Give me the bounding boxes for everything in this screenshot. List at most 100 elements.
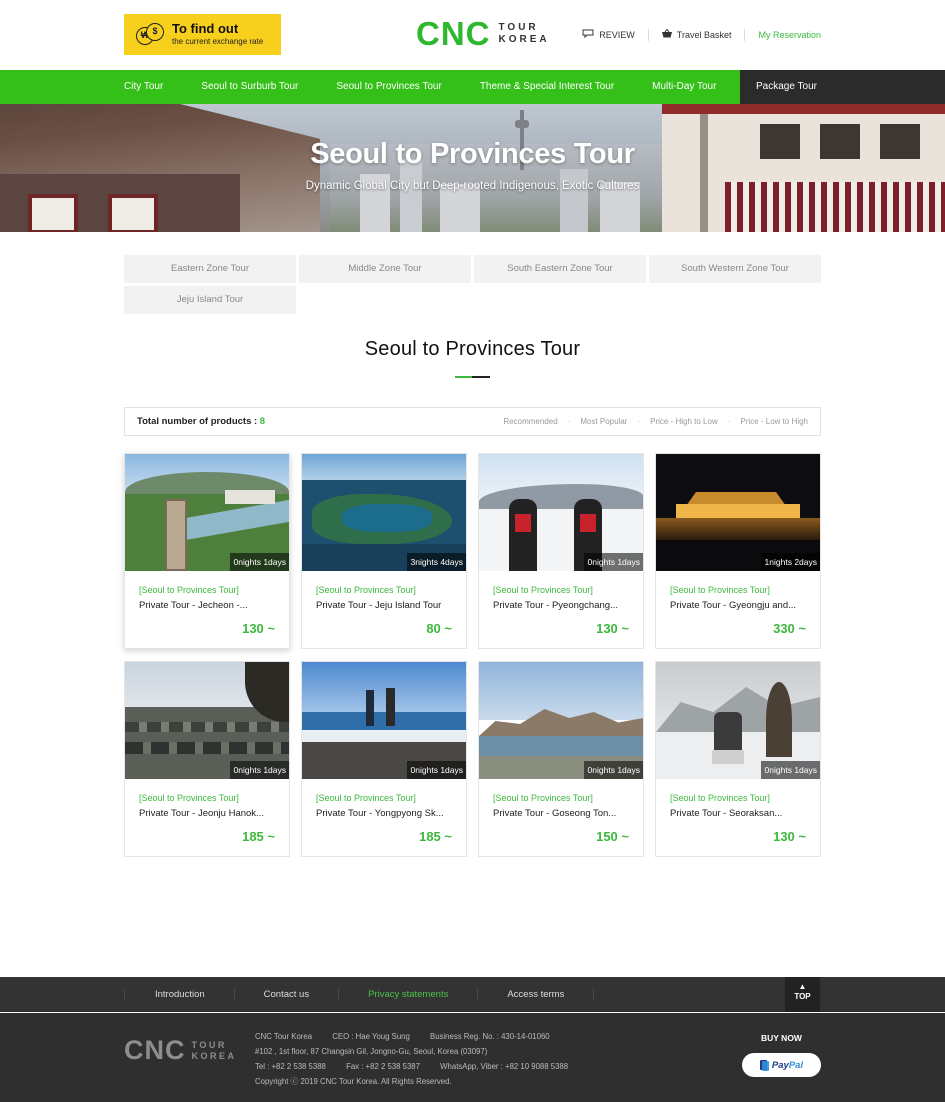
product-image: 3nights 4days [302,454,466,571]
product-category: [Seoul to Provinces Tour] [493,793,593,803]
product-price: 130 ~ [773,829,806,844]
product-image: 1nights 2days [656,454,820,571]
sort-price-low-high[interactable]: Price - Low to High [740,417,808,426]
product-card[interactable]: 0nights 1days [Seoul to Provinces Tour] … [655,661,821,857]
review-link[interactable]: REVIEW [569,29,649,41]
product-card[interactable]: 1nights 2days [Seoul to Provinces Tour] … [655,453,821,649]
product-category: [Seoul to Provinces Tour] [670,793,770,803]
sort-recommended[interactable]: Recommended [503,417,557,426]
duration-badge: 0nights 1days [583,761,643,779]
tab-middle-zone[interactable]: Middle Zone Tour [299,255,471,283]
exchange-rate-button[interactable]: ₩ $ To find out the current exchange rat… [124,14,281,55]
product-name: Private Tour - Goseong Ton... [493,808,617,819]
product-card[interactable]: 0nights 1days [Seoul to Provinces Tour] … [124,661,290,857]
product-category: [Seoul to Provinces Tour] [139,585,239,595]
logo-korea: KOREA [498,34,550,45]
product-name: Private Tour - Jecheon -... [139,600,248,611]
my-reservation-link[interactable]: My Reservation [745,30,821,41]
hero-subtitle: Dynamic Global City but Deep-rooted Indi… [305,180,640,192]
product-category: [Seoul to Provinces Tour] [493,585,593,595]
paypal-button[interactable]: Pay Pal [742,1053,821,1077]
nav-city-tour[interactable]: City Tour [124,70,163,104]
duration-badge: 3nights 4days [406,553,466,571]
nav-theme-special[interactable]: Theme & Special Interest Tour [480,70,614,104]
total-products: Total number of products : 8 [137,416,266,427]
sort-most-popular[interactable]: Most Popular [580,417,627,426]
product-price: 80 ~ [426,621,452,636]
product-name: Private Tour - Pyeongchang... [493,600,618,611]
product-price: 130 ~ [242,621,275,636]
exchange-title: To find out [172,21,239,36]
duration-badge: 0nights 1days [229,553,289,571]
duration-badge: 0nights 1days [583,553,643,571]
product-image: 0nights 1days [656,662,820,779]
sort-bar: Total number of products : 8 Recommended… [124,407,821,436]
nav-seoul-to-suburb[interactable]: Seoul to Surburb Tour [201,70,298,104]
travel-basket-link[interactable]: Travel Basket [649,28,746,41]
product-name: Private Tour - Jeju Island Tour [316,600,442,611]
title-underline [455,376,490,378]
product-category: [Seoul to Provinces Tour] [316,585,416,595]
nav-multi-day[interactable]: Multi-Day Tour [652,70,716,104]
product-image: 0nights 1days [479,662,643,779]
hero-title: Seoul to Provinces Tour [310,138,635,170]
buy-now-label: BUY NOW [761,1033,802,1043]
footer-logo: CNC TOUR KOREA [124,1035,237,1065]
logo-main: CNC [416,15,491,52]
exchange-subtitle: the current exchange rate [172,37,264,46]
main-nav: City Tour Seoul to Surburb Tour Seoul to… [0,70,945,104]
product-name: Private Tour - Yongpyong Sk... [316,808,444,819]
tab-south-eastern-zone[interactable]: South Eastern Zone Tour [474,255,646,283]
site-logo[interactable]: CNC TOUR KOREA [416,16,550,52]
product-image: 0nights 1days [302,662,466,779]
total-count: 8 [259,416,266,427]
product-price: 185 ~ [242,829,275,844]
product-card[interactable]: 0nights 1days [Seoul to Provinces Tour] … [301,661,467,857]
tab-jeju-island[interactable]: Jeju Island Tour [124,286,296,314]
product-image: 0nights 1days [125,454,289,571]
duration-badge: 0nights 1days [229,761,289,779]
section-title: Seoul to Provinces Tour [364,338,581,360]
product-category: [Seoul to Provinces Tour] [139,793,239,803]
sort-options: Recommended · Most Popular · Price - High … [503,417,808,426]
product-card[interactable]: 0nights 1days [Seoul to Provinces Tour] … [478,453,644,649]
currency-coins-icon: ₩ $ [136,21,164,49]
product-card[interactable]: 0nights 1days [Seoul to Provinces Tour] … [124,453,290,649]
company-info: CNC Tour Korea CEO : Hae Youg Sung Busin… [255,1032,569,1086]
product-image: 0nights 1days [125,662,289,779]
paypal-icon [759,1059,769,1071]
tab-south-western-zone[interactable]: South Western Zone Tour [649,255,821,283]
scroll-top-button[interactable]: ▲ TOP [785,977,820,1012]
product-price: 150 ~ [596,829,629,844]
product-image: 0nights 1days [479,454,643,571]
basket-icon [661,28,672,41]
footer-link-privacy[interactable]: Privacy statements [338,989,477,1000]
tab-eastern-zone[interactable]: Eastern Zone Tour [124,255,296,283]
footer-link-introduction[interactable]: Introduction [124,989,234,1000]
hero-banner: Seoul to Provinces Tour Dynamic Global C… [0,104,945,232]
product-price: 330 ~ [773,621,806,636]
footer-link-access-terms[interactable]: Access terms [477,989,593,1000]
product-category: [Seoul to Provinces Tour] [316,793,416,803]
duration-badge: 1nights 2days [760,553,820,571]
duration-badge: 0nights 1days [760,761,820,779]
nav-seoul-to-provinces[interactable]: Seoul to Provinces Tour [336,70,441,104]
logo-tour: TOUR [498,22,539,33]
sort-price-high-low[interactable]: Price - High to Low [650,417,718,426]
product-name: Private Tour - Seoraksan... [670,808,783,819]
product-card[interactable]: 0nights 1days [Seoul to Provinces Tour] … [478,661,644,857]
product-price: 185 ~ [419,829,452,844]
duration-badge: 0nights 1days [406,761,466,779]
utility-menu: REVIEW Travel Basket My Reservation [569,28,821,41]
arrow-up-icon: ▲ [798,982,807,991]
site-footer: CNC TOUR KOREA CNC Tour Korea CEO : Hae … [0,1013,945,1102]
site-header: ₩ $ To find out the current exchange rat… [0,0,945,70]
product-category: [Seoul to Provinces Tour] [670,585,770,595]
product-name: Private Tour - Jeonju Hanok... [139,808,264,819]
footer-link-contact[interactable]: Contact us [233,989,338,1000]
nav-package-tour[interactable]: Package Tour [740,70,945,104]
product-name: Private Tour - Gyeongju and... [670,600,797,611]
footer-nav: Introduction Contact us Privacy statemen… [0,977,945,1012]
product-card[interactable]: 3nights 4days [Seoul to Provinces Tour] … [301,453,467,649]
speech-bubble-icon [582,29,594,41]
